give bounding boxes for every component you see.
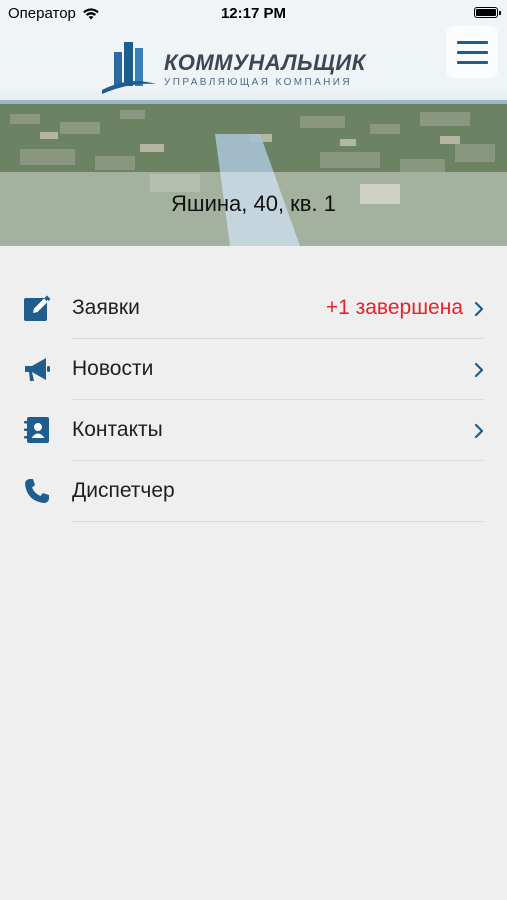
building-logo-icon	[102, 42, 156, 94]
menu-item-news[interactable]: Новости	[0, 339, 507, 400]
chevron-right-icon	[474, 362, 484, 378]
hamburger-menu-button[interactable]	[446, 26, 498, 78]
menu-item-label: Диспетчер	[72, 479, 175, 502]
menu-item-dispatcher[interactable]: Диспетчер	[0, 461, 507, 522]
menu-item-requests[interactable]: Заявки +1 завершена	[0, 278, 507, 339]
address-label: Яшина, 40, кв. 1	[171, 191, 336, 216]
status-bar: Оператор 12:17 PM	[0, 0, 507, 28]
hamburger-line	[456, 60, 488, 64]
chevron-right-icon	[474, 423, 484, 439]
status-badge: +1 завершена	[325, 296, 463, 319]
edit-icon	[24, 295, 51, 321]
clock: 12:17 PM	[220, 5, 287, 22]
brand-subtitle: УПРАВЛЯЮЩАЯ КОМПАНИЯ	[164, 77, 353, 88]
phone-icon	[25, 479, 49, 503]
menu-item-label: Заявки	[72, 296, 140, 319]
divider	[72, 521, 483, 522]
menu-item-label: Новости	[72, 357, 154, 380]
contacts-icon	[24, 417, 49, 443]
city-panorama	[0, 104, 507, 246]
hamburger-line	[456, 40, 488, 44]
menu-item-contacts[interactable]: Контакты	[0, 400, 507, 461]
main-menu-list: Заявки +1 завершена Новости Контакты Дис…	[0, 278, 507, 522]
hamburger-line	[456, 50, 488, 54]
brand-name: КОММУНАЛЬЩИК	[164, 50, 366, 75]
brand-logo: КОММУНАЛЬЩИК УПРАВЛЯЮЩАЯ КОМПАНИЯ	[100, 38, 366, 94]
battery-icon	[474, 7, 501, 18]
chevron-right-icon	[474, 301, 484, 317]
megaphone-icon	[25, 358, 50, 381]
menu-item-label: Контакты	[72, 418, 163, 441]
